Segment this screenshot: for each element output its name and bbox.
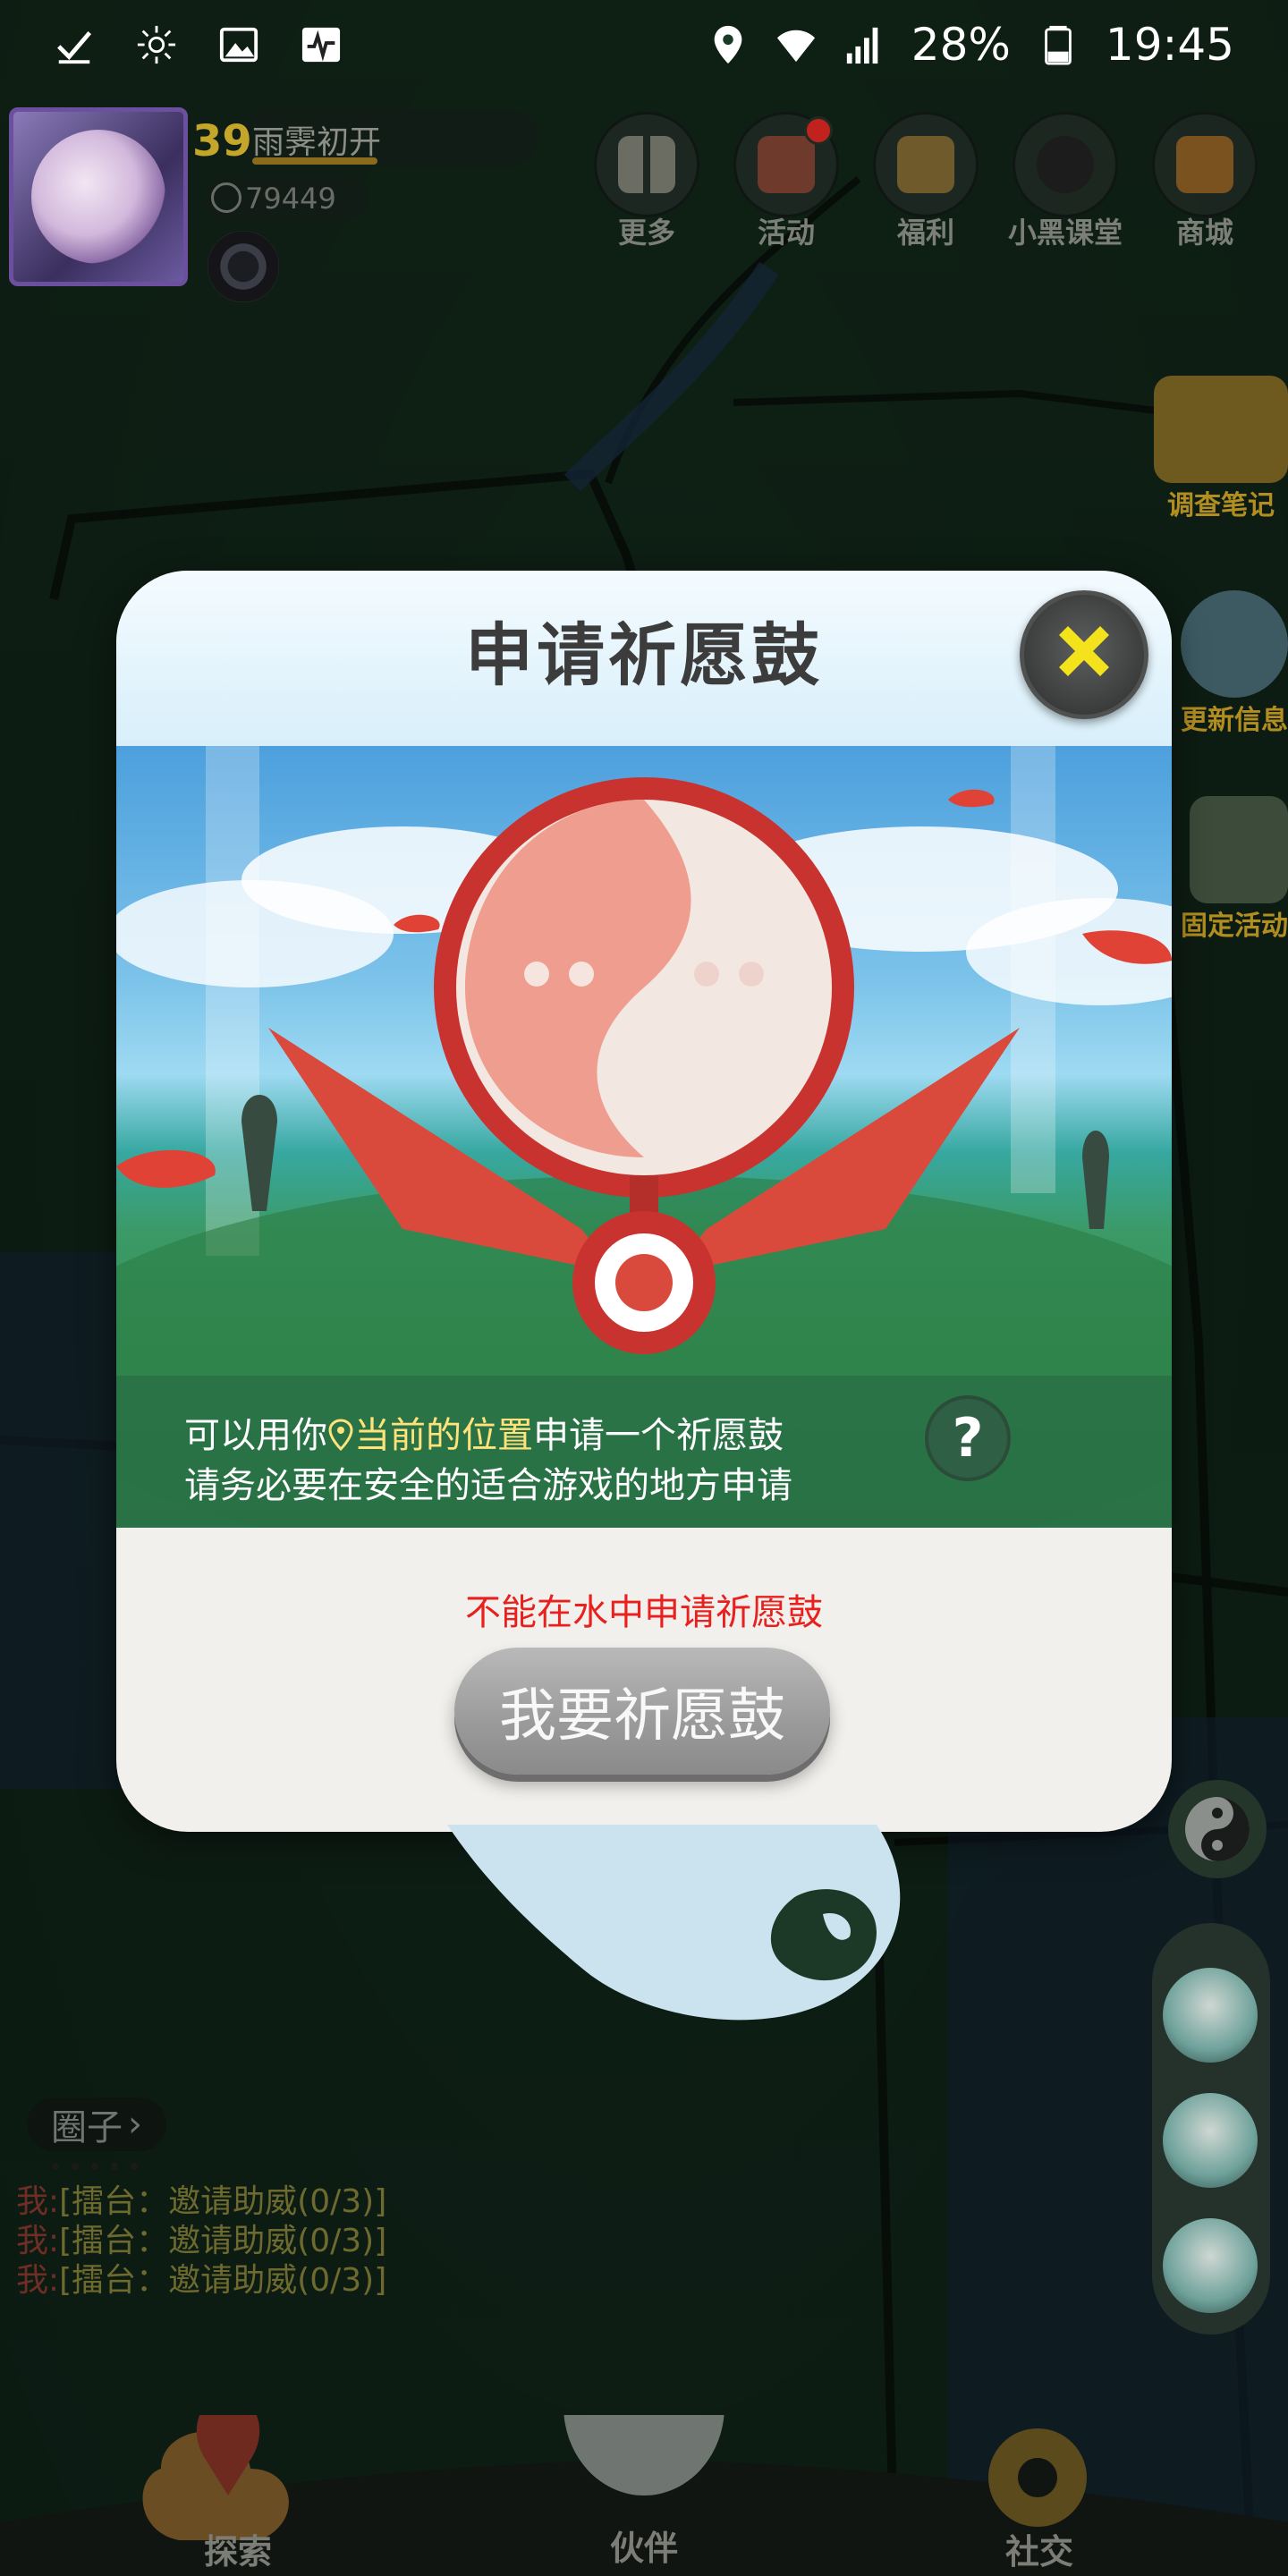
clock: 19:45 <box>1105 19 1234 71</box>
update-info-widget[interactable]: 更新信息 <box>1181 590 1288 737</box>
wifi-icon <box>775 24 817 65</box>
compass-button[interactable] <box>208 231 279 302</box>
player-level: 39 <box>192 116 252 166</box>
black-cat-icon <box>1037 136 1094 193</box>
player-avatar[interactable] <box>9 107 188 286</box>
error-message: 不能在水中申请祈愿鼓 <box>465 1592 823 1633</box>
page-dots <box>52 2163 138 2170</box>
nav-partner[interactable]: 伙伴 <box>610 2521 678 2570</box>
menu-activity[interactable]: 活动 <box>733 112 839 251</box>
nav-explore[interactable]: 探索 <box>204 2524 272 2573</box>
notebook-icon <box>1154 376 1288 483</box>
help-button[interactable]: ? <box>925 1395 1011 1481</box>
status-bar: 28% 19:45 <box>0 0 1288 89</box>
coin-count: 79449 <box>245 182 336 216</box>
menu-shop[interactable]: 商城 <box>1152 112 1258 251</box>
circle-tag-button[interactable]: 圈子 › <box>27 2097 166 2151</box>
location-pin-icon <box>327 1419 354 1452</box>
signal-icon <box>843 24 885 65</box>
info-line-1: 可以用你 当前的位置申请一个祈愿鼓 <box>184 1415 784 1456</box>
activity-icon <box>301 24 342 65</box>
brightness-icon <box>136 24 177 65</box>
partner-avatar-1[interactable] <box>1163 1968 1258 2063</box>
dialog-header: 申请祈愿鼓 <box>116 571 1172 746</box>
check-icon <box>54 24 95 65</box>
coin-icon <box>211 182 242 213</box>
survey-notes-widget[interactable]: 调查笔记 <box>1154 376 1288 522</box>
request-wish-drum-button[interactable]: 我要祈愿鼓 <box>454 1648 830 1775</box>
close-button[interactable] <box>1020 590 1148 719</box>
wish-drum-dialog: 申请祈愿鼓 <box>116 571 1172 1832</box>
nav-social[interactable]: 社交 <box>1005 2524 1073 2573</box>
menu-more[interactable]: 更多 <box>594 112 699 251</box>
player-name: 雨霁初开 <box>252 124 382 161</box>
shop-icon <box>1176 136 1233 193</box>
yin-yang-icon <box>1185 1797 1250 1861</box>
dialog-tail <box>447 1825 901 2021</box>
image-icon <box>218 24 259 65</box>
menu-welfare[interactable]: 福利 <box>873 112 979 251</box>
fixed-activity-icon <box>1190 796 1288 903</box>
top-menu: 更多 活动 福利 小黑课堂 商城 <box>594 112 1258 251</box>
info-line-2: 请务必要在安全的适合游戏的地方申请 <box>184 1465 792 1506</box>
star-box-icon <box>897 136 954 193</box>
xp-bar <box>252 157 377 165</box>
partner-avatar-2[interactable] <box>1163 2093 1258 2188</box>
notification-dot <box>804 116 833 145</box>
dialog-title: 申请祈愿鼓 <box>465 615 823 695</box>
rabbit-icon <box>1181 590 1288 698</box>
menu-classroom[interactable]: 小黑课堂 <box>1008 112 1123 251</box>
chevron-right-icon: › <box>128 2104 142 2145</box>
location-icon <box>708 24 749 65</box>
battery-percent: 28% <box>911 19 1011 71</box>
close-icon <box>1059 626 1109 676</box>
chat-line[interactable]: 我:[擂台：邀请助威(0/3)] <box>16 2254 386 2301</box>
battery-icon <box>1038 24 1079 65</box>
partner-avatar-3[interactable] <box>1163 2218 1258 2313</box>
gift-icon <box>758 136 815 193</box>
yin-yang-button[interactable] <box>1168 1780 1267 1878</box>
fixed-activity-widget[interactable]: 固定活动 <box>1181 796 1288 943</box>
grid-icon <box>618 136 675 193</box>
bottom-nav: 探索 伙伴 社交 <box>0 2415 1288 2576</box>
